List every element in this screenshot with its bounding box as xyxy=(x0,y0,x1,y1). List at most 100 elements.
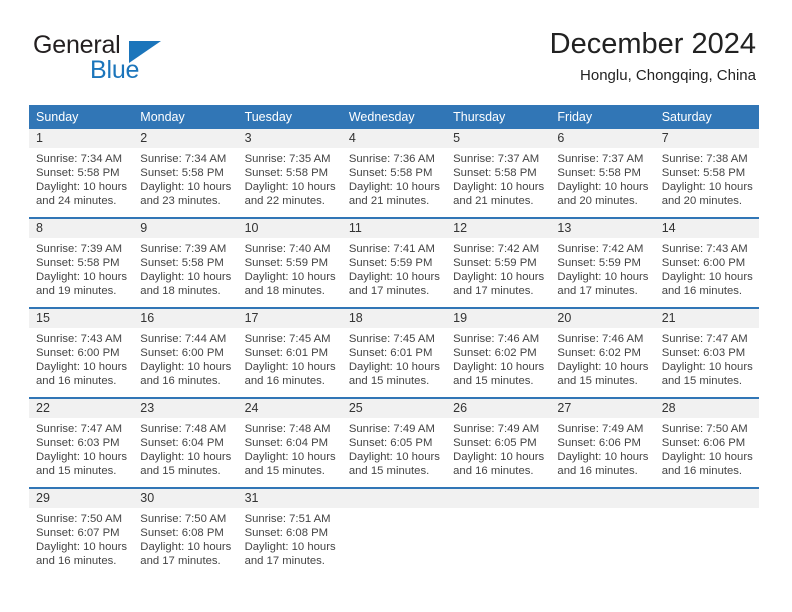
calendar-day-cell[interactable]: 25 Sunrise: 7:49 AM Sunset: 6:05 PM Dayligh… xyxy=(341,397,447,488)
day-cell-inner: 30 Sunrise: 7:50 AM Sunset: 6:08 PM Dayligh… xyxy=(133,489,238,577)
day-cell-inner: 4 Sunrise: 7:36 AM Sunset: 5:58 PM Daylight… xyxy=(341,129,447,217)
sunrise-text: Sunrise: 7:44 AM xyxy=(140,333,227,345)
calendar-day-cell[interactable]: 5 Sunrise: 7:37 AM Sunset: 5:58 PM Daylight… xyxy=(446,129,551,218)
calendar-day-cell[interactable]: 2 Sunrise: 7:34 AM Sunset: 5:58 PM Daylight… xyxy=(133,129,238,218)
calendar-day-cell[interactable]: 6 Sunrise: 7:37 AM Sunset: 5:58 PM Daylight… xyxy=(550,129,655,218)
calendar-day-cell[interactable]: 20 Sunrise: 7:46 AM Sunset: 6:02 PM Dayligh… xyxy=(550,307,655,398)
calendar-day-cell[interactable]: 23 Sunrise: 7:48 AM Sunset: 6:04 PM Dayligh… xyxy=(133,397,238,488)
calendar-day-cell[interactable]: 30 Sunrise: 7:50 AM Sunset: 6:08 PM Dayligh… xyxy=(133,487,238,577)
daylight-text-line1: Daylight: 10 hours xyxy=(244,271,336,284)
daylight-text-line1: Daylight: 10 hours xyxy=(36,271,128,284)
calendar-day-cell[interactable]: 9 Sunrise: 7:39 AM Sunset: 5:58 PM Daylight… xyxy=(133,217,238,308)
daylight-text-line2: and 15 minutes. xyxy=(557,375,638,388)
sunrise-text: Sunrise: 7:40 AM xyxy=(244,243,331,255)
day-info: Sunrise: 7:43 AM Sunset: 6:00 PM Daylight:… xyxy=(29,328,133,388)
day-number: 5 xyxy=(446,129,551,148)
calendar-day-cell[interactable]: 24 Sunrise: 7:48 AM Sunset: 6:04 PM Dayligh… xyxy=(237,397,342,488)
calendar-body: 1 Sunrise: 7:34 AM Sunset: 5:58 PM Daylight… xyxy=(29,129,759,577)
location-subtitle: Honglu, Chongqing, China xyxy=(580,67,756,85)
sunrise-text: Sunrise: 7:49 AM xyxy=(557,423,644,435)
calendar-day-cell[interactable]: 31 Sunrise: 7:51 AM Sunset: 6:08 PM Dayligh… xyxy=(237,487,342,577)
day-info: Sunrise: 7:34 AM Sunset: 5:58 PM Daylight:… xyxy=(29,148,133,208)
daylight-text-line1: Daylight: 10 hours xyxy=(453,451,545,464)
day-cell-inner: 5 Sunrise: 7:37 AM Sunset: 5:58 PM Daylight… xyxy=(446,129,551,217)
daylight-text-line2: and 23 minutes. xyxy=(140,195,221,208)
daylight-text-line1: Daylight: 10 hours xyxy=(36,181,128,194)
daylight-text-line2: and 16 minutes. xyxy=(557,465,638,478)
day-number: 1 xyxy=(29,129,134,148)
calendar-day-cell[interactable]: 7 Sunrise: 7:38 AM Sunset: 5:58 PM Daylight… xyxy=(654,129,759,218)
sunrise-text: Sunrise: 7:49 AM xyxy=(453,423,540,435)
daylight-text-line1: Daylight: 10 hours xyxy=(348,451,440,464)
sunset-text: Sunset: 6:00 PM xyxy=(36,347,120,360)
calendar-day-cell[interactable]: 17 Sunrise: 7:45 AM Sunset: 6:01 PM Dayligh… xyxy=(237,307,342,398)
daylight-text-line2: and 16 minutes. xyxy=(661,285,743,298)
daylight-text-line2: and 24 minutes. xyxy=(36,195,117,208)
sunrise-text: Sunrise: 7:47 AM xyxy=(36,423,123,435)
calendar-day-cell-empty xyxy=(654,487,759,577)
day-info: Sunrise: 7:50 AM Sunset: 6:06 PM Daylight:… xyxy=(655,418,759,478)
sunrise-text: Sunrise: 7:49 AM xyxy=(348,423,435,435)
sunrise-text: Sunrise: 7:37 AM xyxy=(453,153,540,165)
calendar-day-cell[interactable]: 26 Sunrise: 7:49 AM Sunset: 6:05 PM Dayligh… xyxy=(446,397,551,488)
daylight-text-line1: Daylight: 10 hours xyxy=(348,271,440,284)
sunrise-text: Sunrise: 7:42 AM xyxy=(557,243,644,255)
day-info: Sunrise: 7:38 AM Sunset: 5:58 PM Daylight:… xyxy=(655,148,759,208)
day-number: 26 xyxy=(446,399,551,418)
sunrise-text: Sunrise: 7:37 AM xyxy=(557,153,644,165)
day-info xyxy=(550,508,654,512)
calendar-day-cell[interactable]: 28 Sunrise: 7:50 AM Sunset: 6:06 PM Dayligh… xyxy=(654,397,759,488)
day-cell-inner: 9 Sunrise: 7:39 AM Sunset: 5:58 PM Daylight… xyxy=(133,219,238,307)
calendar-day-cell[interactable]: 13 Sunrise: 7:42 AM Sunset: 5:59 PM Dayligh… xyxy=(550,217,655,308)
calendar-day-cell[interactable]: 4 Sunrise: 7:36 AM Sunset: 5:58 PM Daylight… xyxy=(341,129,447,218)
sunset-text: Sunset: 5:58 PM xyxy=(557,167,641,180)
day-info: Sunrise: 7:43 AM Sunset: 6:00 PM Daylight:… xyxy=(655,238,759,298)
calendar-day-cell[interactable]: 1 Sunrise: 7:34 AM Sunset: 5:58 PM Daylight… xyxy=(29,129,134,218)
day-number: 31 xyxy=(237,489,342,508)
sunrise-text: Sunrise: 7:48 AM xyxy=(244,423,331,435)
daylight-text-line2: and 17 minutes. xyxy=(557,285,638,298)
day-info: Sunrise: 7:48 AM Sunset: 6:04 PM Daylight:… xyxy=(133,418,237,478)
calendar-day-cell[interactable]: 8 Sunrise: 7:39 AM Sunset: 5:58 PM Daylight… xyxy=(29,217,134,308)
calendar-day-cell[interactable]: 27 Sunrise: 7:49 AM Sunset: 6:06 PM Dayligh… xyxy=(550,397,655,488)
calendar-day-cell[interactable]: 3 Sunrise: 7:35 AM Sunset: 5:58 PM Daylight… xyxy=(237,129,342,218)
sunrise-text: Sunrise: 7:50 AM xyxy=(36,513,123,525)
calendar-week-row: 22 Sunrise: 7:47 AM Sunset: 6:03 PM Dayligh… xyxy=(29,397,759,488)
daylight-text-line1: Daylight: 10 hours xyxy=(244,451,336,464)
sunrise-text: Sunrise: 7:46 AM xyxy=(453,333,540,345)
calendar-day-cell[interactable]: 19 Sunrise: 7:46 AM Sunset: 6:02 PM Dayligh… xyxy=(446,307,551,398)
calendar-day-cell[interactable]: 18 Sunrise: 7:45 AM Sunset: 6:01 PM Dayligh… xyxy=(341,307,447,398)
page-title: December 2024 xyxy=(549,28,756,60)
calendar-day-cell[interactable]: 11 Sunrise: 7:41 AM Sunset: 5:59 PM Dayligh… xyxy=(341,217,447,308)
daylight-text-line2: and 20 minutes. xyxy=(661,195,743,208)
calendar-day-cell[interactable]: 10 Sunrise: 7:40 AM Sunset: 5:59 PM Dayligh… xyxy=(237,217,342,308)
day-number: 21 xyxy=(654,309,759,328)
sunset-text: Sunset: 6:07 PM xyxy=(36,527,120,540)
day-number: 28 xyxy=(654,399,759,418)
sunset-text: Sunset: 6:05 PM xyxy=(453,437,537,450)
day-cell-inner xyxy=(446,489,551,577)
daylight-text-line2: and 16 minutes. xyxy=(244,375,325,388)
day-number xyxy=(654,489,759,508)
daylight-text-line1: Daylight: 10 hours xyxy=(453,181,545,194)
sunrise-text: Sunrise: 7:50 AM xyxy=(140,513,227,525)
calendar-day-cell[interactable]: 15 Sunrise: 7:43 AM Sunset: 6:00 PM Dayligh… xyxy=(29,307,134,398)
calendar-day-cell[interactable]: 29 Sunrise: 7:50 AM Sunset: 6:07 PM Dayligh… xyxy=(29,487,134,577)
day-cell-inner: 21 Sunrise: 7:47 AM Sunset: 6:03 PM Dayligh… xyxy=(654,309,759,397)
calendar-day-cell[interactable]: 22 Sunrise: 7:47 AM Sunset: 6:03 PM Dayligh… xyxy=(29,397,134,488)
daylight-text-line2: and 15 minutes. xyxy=(661,375,743,388)
day-cell-inner: 11 Sunrise: 7:41 AM Sunset: 5:59 PM Dayligh… xyxy=(341,219,447,307)
day-info: Sunrise: 7:37 AM Sunset: 5:58 PM Daylight:… xyxy=(550,148,654,208)
sunset-text: Sunset: 5:58 PM xyxy=(348,167,433,180)
weekday-header-thursday: Thursday xyxy=(446,105,551,129)
calendar-week-row: 1 Sunrise: 7:34 AM Sunset: 5:58 PM Daylight… xyxy=(29,129,759,218)
calendar-day-cell[interactable]: 21 Sunrise: 7:47 AM Sunset: 6:03 PM Dayligh… xyxy=(654,307,759,398)
daylight-text-line1: Daylight: 10 hours xyxy=(348,181,440,194)
day-cell-inner: 17 Sunrise: 7:45 AM Sunset: 6:01 PM Dayligh… xyxy=(237,309,342,397)
calendar-day-cell[interactable]: 12 Sunrise: 7:42 AM Sunset: 5:59 PM Dayligh… xyxy=(446,217,551,308)
calendar-day-cell[interactable]: 14 Sunrise: 7:43 AM Sunset: 6:00 PM Dayligh… xyxy=(654,217,759,308)
calendar-day-cell[interactable]: 16 Sunrise: 7:44 AM Sunset: 6:00 PM Dayligh… xyxy=(133,307,238,398)
day-info: Sunrise: 7:39 AM Sunset: 5:58 PM Daylight:… xyxy=(29,238,133,298)
sunrise-text: Sunrise: 7:39 AM xyxy=(36,243,123,255)
sunrise-text: Sunrise: 7:39 AM xyxy=(140,243,227,255)
